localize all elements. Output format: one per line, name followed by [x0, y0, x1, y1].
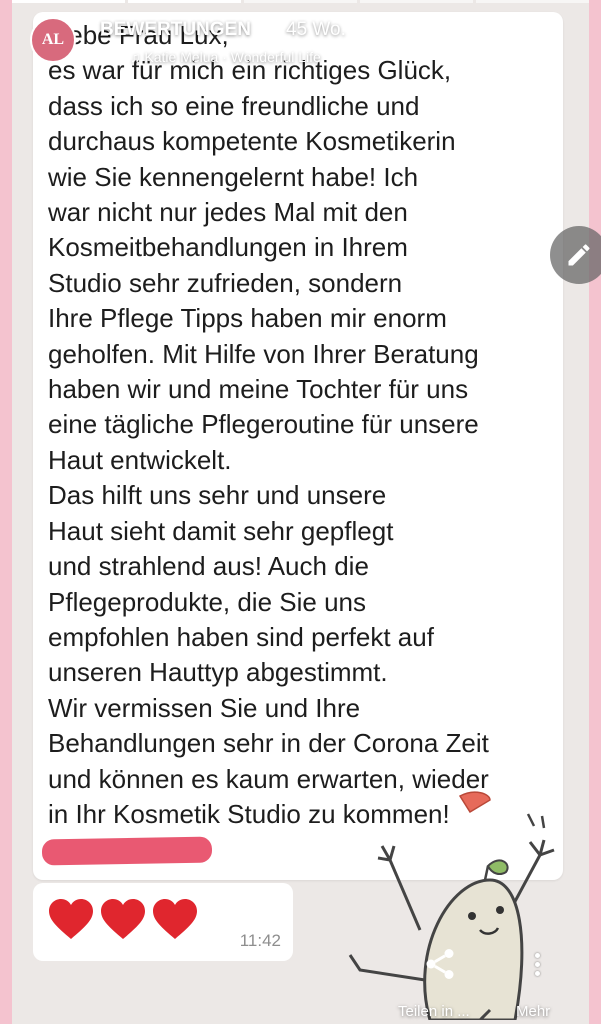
message-line: dass ich so eine freundliche und — [48, 90, 420, 121]
message-line: Behandlungen sehr in der Corona Zeit — [48, 728, 489, 759]
message-line: Pflegeprodukte, die Sie uns — [48, 586, 366, 617]
message-line: wie Sie kennengelernt habe! Ich — [48, 161, 419, 192]
edit-button[interactable] — [550, 226, 601, 284]
share-label[interactable]: Teilen in ... — [398, 1003, 470, 1020]
hearts-row — [47, 897, 199, 941]
message-line: Das hilft uns sehr und unsere — [48, 480, 387, 511]
progress-segment — [476, 0, 589, 3]
message-line: Haut entwickelt. — [48, 444, 232, 475]
message-text: Liebe Frau Lux, es war für mich ein richt… — [48, 18, 558, 832]
more-label[interactable]: Mehr — [516, 1003, 550, 1020]
message-timestamp: 11:42 — [239, 931, 281, 950]
message-line: Kosmeitbehandlungen in Ihrem — [48, 232, 408, 263]
message-line: Ihre Pflege Tipps haben mir enorm — [48, 303, 447, 334]
heart-icon — [101, 899, 145, 939]
message-line: geholfen. Mit Hilfe von Ihrer Beratung — [48, 338, 479, 369]
reaction-bubble: 11:42 — [33, 883, 293, 961]
message-line: war nicht nur jedes Mal mit den — [48, 197, 408, 228]
heart-icon — [153, 899, 197, 939]
story-title[interactable]: BEWERTUNGEN — [100, 19, 251, 41]
message-line: Wir vermissen Sie und Ihre — [48, 692, 361, 723]
more-button[interactable] — [522, 944, 552, 984]
heart-icon — [49, 899, 93, 939]
message-line: haben wir und meine Tochter für uns — [48, 374, 469, 405]
more-dot — [534, 970, 540, 976]
message-line: und strahlend aus! Auch die — [48, 551, 369, 582]
message-line: durchaus kompetente Kosmetikerin — [48, 126, 456, 157]
progress-segment — [128, 0, 241, 3]
music-label[interactable]: ♫ Katie Melua · Wonderful Life — [130, 49, 321, 65]
story-progress-bar — [12, 0, 589, 4]
story-age: 45 Wo. — [286, 19, 346, 40]
share-icon — [426, 949, 454, 979]
more-dot — [534, 961, 540, 967]
message-line: unseren Hauttyp abgestimmt. — [48, 657, 388, 688]
message-line: Studio sehr zufrieden, sondern — [48, 267, 403, 298]
redacted-signature — [41, 836, 213, 866]
share-button[interactable] — [420, 944, 460, 984]
progress-segment — [244, 0, 357, 3]
avatar[interactable]: AL — [30, 17, 76, 63]
story-header: AL BEWERTUNGEN 45 Wo. ♫ Katie Melua · Wo… — [30, 15, 430, 65]
dancing-sticker — [348, 791, 555, 1020]
message-line: Haut sieht damit sehr gepflegt — [48, 515, 394, 546]
message-line: eine tägliche Pflegeroutine für unsere — [48, 409, 479, 440]
message-line: empfohlen haben sind perfekt auf — [48, 621, 434, 652]
pencil-icon — [568, 244, 590, 266]
more-vertical-icon — [534, 952, 540, 958]
progress-segment — [360, 0, 473, 3]
progress-segment — [12, 0, 125, 3]
